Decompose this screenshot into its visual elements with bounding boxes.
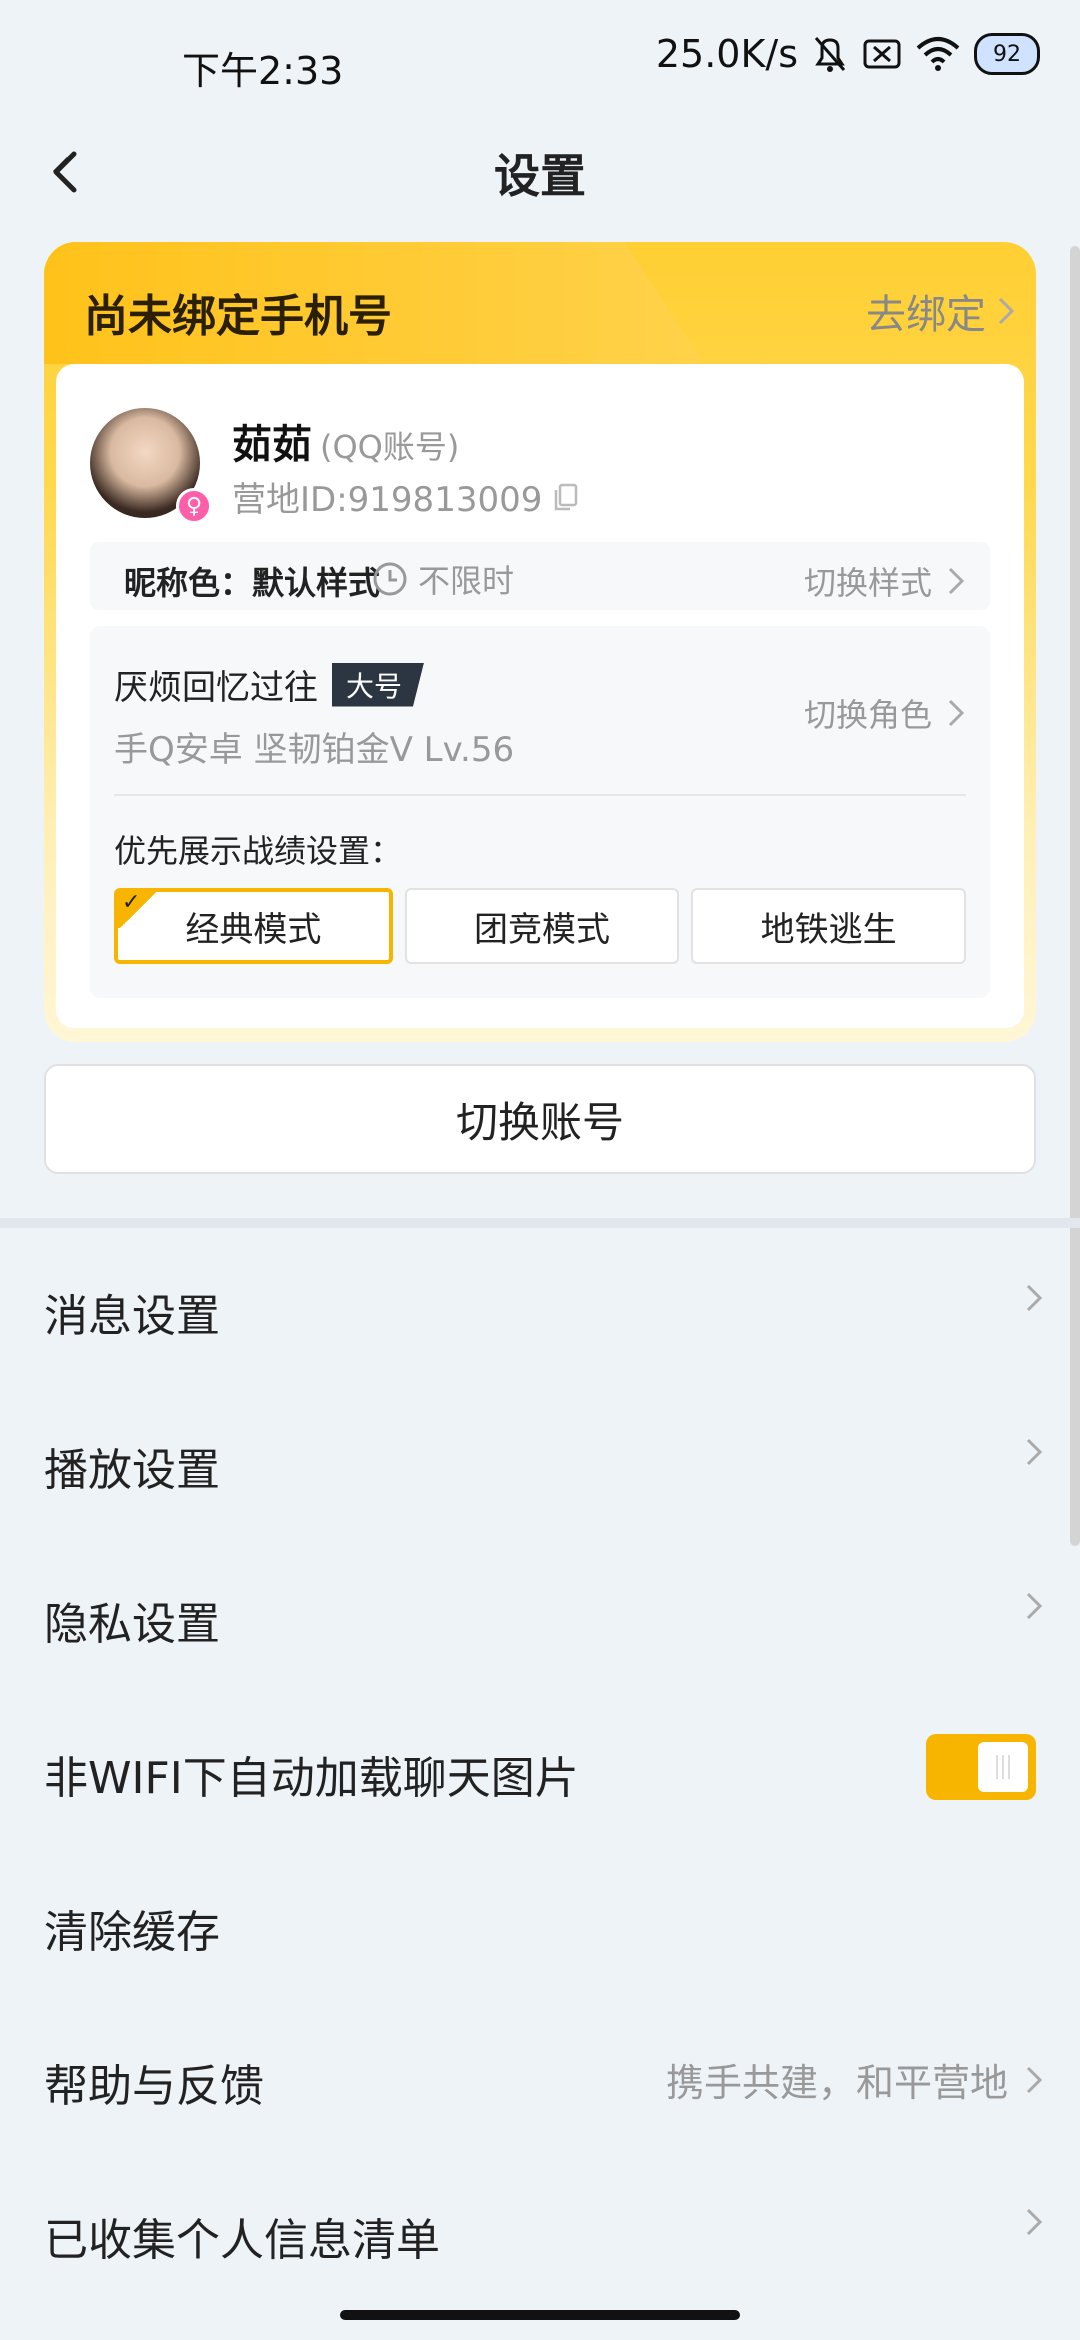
bind-phone-label: 去绑定: [866, 292, 986, 338]
female-icon: ♀: [176, 488, 212, 524]
mode-label: 地铁逃生: [760, 909, 897, 950]
mode-team-button[interactable]: 团竞模式: [404, 888, 680, 964]
chevron-right-icon: [1026, 1438, 1043, 1466]
status-time: 下午2:33: [182, 49, 344, 93]
setting-privacy[interactable]: 隐私设置: [0, 1536, 1080, 1690]
home-indicator[interactable]: [340, 2310, 740, 2320]
switch-role-label: 切换角色: [803, 696, 932, 734]
role-name-text: 厌烦回忆过往: [114, 668, 318, 708]
setting-right: 携手共建，和平营地: [666, 2052, 1044, 2107]
status-right: 25.0K/s 92: [656, 32, 1040, 76]
setting-clear-cache[interactable]: 清除缓存: [0, 1844, 1080, 1998]
copy-icon[interactable]: [552, 483, 580, 511]
camp-id: 营地ID:919813009: [232, 472, 580, 521]
divider: [114, 794, 966, 796]
setting-personal-info-list[interactable]: 已收集个人信息清单: [0, 2152, 1080, 2306]
setting-label: 非WIFI下自动加载聊天图片: [44, 1753, 579, 1804]
mode-label: 团竞模式: [474, 909, 610, 950]
switch-role-link[interactable]: 切换角色: [804, 690, 966, 736]
setting-playback[interactable]: 播放设置: [0, 1382, 1080, 1536]
main-account-badge: 大号: [332, 662, 425, 707]
nickname-color-row: 昵称色：默认样式 不限时 切换样式: [90, 542, 990, 610]
switch-style-link[interactable]: 切换样式: [804, 558, 966, 604]
unbind-title: 尚未绑定手机号: [84, 291, 392, 342]
status-bar: 下午2:33 25.0K/s 92: [0, 0, 1080, 124]
setting-label: 清除缓存: [44, 1907, 220, 1958]
network-speed: 25.0K/s: [655, 32, 798, 76]
camp-id-text: 营地ID:919813009: [232, 480, 543, 520]
check-icon: ✓: [118, 890, 158, 928]
section-divider: [0, 1218, 1080, 1228]
mode-metro-button[interactable]: 地铁逃生: [691, 888, 967, 964]
prefer-record-label: 优先展示战绩设置：: [114, 832, 403, 870]
nickname-color-label: 昵称色：默认样式: [124, 564, 381, 602]
nickname-color-duration: 不限时: [372, 556, 514, 602]
account-type: (QQ账号): [320, 428, 460, 466]
setting-help-feedback[interactable]: 帮助与反馈 携手共建，和平营地: [0, 1998, 1080, 2152]
setting-right: [1024, 1282, 1044, 1314]
chevron-right-icon: [948, 699, 965, 727]
chevron-right-icon: [998, 297, 1015, 325]
chevron-right-icon: [1026, 2066, 1043, 2093]
setting-message[interactable]: 消息设置: [0, 1228, 1080, 1382]
setting-label: 隐私设置: [44, 1599, 220, 1650]
setting-label: 已收集个人信息清单: [44, 2215, 440, 2266]
chevron-right-icon: [1026, 1592, 1043, 1620]
page-title: 设置: [494, 149, 586, 203]
setting-right: [1024, 1436, 1044, 1468]
auto-load-toggle[interactable]: [926, 1734, 1036, 1800]
role-box: 厌烦回忆过往 大号 手Q安卓 坚韧铂金V Lv.56 切换角色 优先展示战绩设置…: [90, 626, 990, 998]
clock-icon: [373, 562, 407, 596]
chevron-right-icon: [1026, 1284, 1043, 1312]
settings-list: 消息设置 播放设置 隐私设置 非WIFI下自动加载聊天图片 清除缓存 帮助与反馈…: [0, 1228, 1080, 2306]
mode-selector: ✓ 经典模式 团竞模式 地铁逃生: [114, 888, 967, 964]
toggle-knob: [978, 1742, 1028, 1792]
setting-auto-load-images: 非WIFI下自动加载聊天图片: [0, 1690, 1080, 1844]
wifi-icon: [916, 36, 960, 72]
account-card: 尚未绑定手机号 去绑定 ♀ 茹茹 (QQ账号) 营地ID:919813009 昵称…: [44, 242, 1036, 1042]
battery-icon: 92: [974, 33, 1040, 75]
setting-right: [1024, 2206, 1044, 2238]
help-subtitle: 携手共建，和平营地: [665, 2061, 1008, 2105]
username-text: 茹茹: [232, 422, 312, 468]
mode-label: 经典模式: [185, 909, 322, 950]
switch-account-button[interactable]: 切换账号: [44, 1064, 1036, 1174]
bell-off-icon: [812, 34, 848, 74]
sim-off-icon: [862, 36, 902, 72]
mode-classic-button[interactable]: ✓ 经典模式: [114, 888, 393, 964]
setting-label: 消息设置: [44, 1291, 220, 1342]
duration-text: 不限时: [418, 562, 515, 600]
profile-card: ♀ 茹茹 (QQ账号) 营地ID:919813009 昵称色：默认样式 不限时 切…: [56, 364, 1024, 1028]
nav-bar: 设置: [0, 124, 1080, 214]
bind-phone-link[interactable]: 去绑定: [866, 282, 1016, 340]
username: 茹茹 (QQ账号): [232, 412, 459, 470]
setting-label: 播放设置: [44, 1445, 220, 1496]
chevron-right-icon: [948, 567, 965, 595]
setting-right: [1024, 1590, 1044, 1622]
role-name: 厌烦回忆过往 大号: [114, 660, 425, 709]
switch-style-label: 切换样式: [803, 564, 932, 602]
chevron-right-icon: [1026, 2208, 1043, 2236]
role-meta: 手Q安卓 坚韧铂金V Lv.56: [114, 730, 515, 770]
setting-label: 帮助与反馈: [44, 2061, 264, 2112]
